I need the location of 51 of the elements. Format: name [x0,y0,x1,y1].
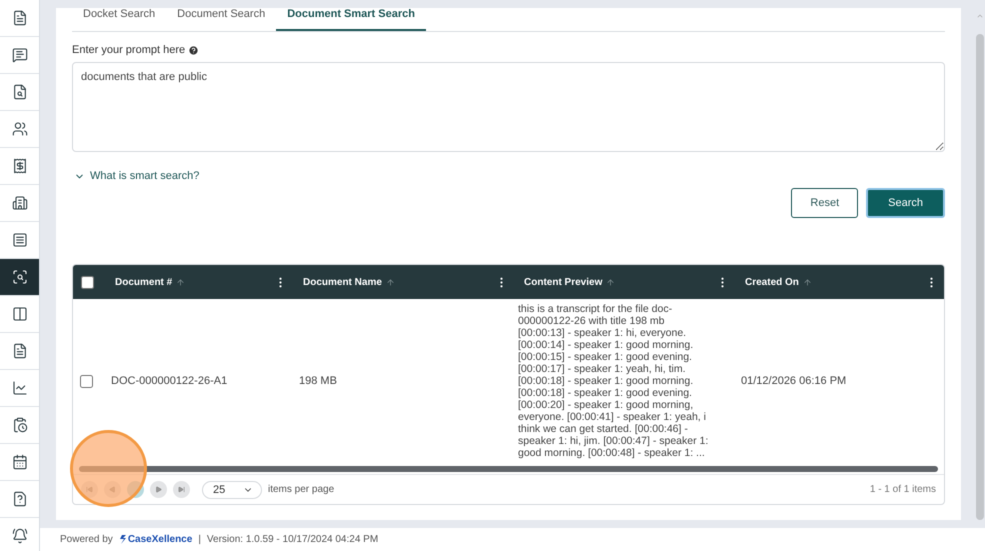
brand-logo: CaseXellence [118,534,192,545]
sort-icon [176,278,186,286]
tab[interactable]: Document Search [166,0,276,31]
sidebar-icon [12,454,28,470]
table-cell-text: 01/12/2026 06:16 PM [740,375,848,387]
next-page-button[interactable] [150,481,167,498]
footer-separator: | [198,534,201,545]
powered-by-label: Powered by [60,534,113,545]
table-cell-text: 198 MB [298,375,338,387]
prompt-field[interactable]: documents that are public [72,62,945,152]
sidebar-icon [12,380,28,396]
sidebar-icon [12,121,28,137]
sidebar-icon [12,47,28,63]
table-cell-text: this is a transcript for the file doc-000000122-26 with title 198 mb [00:00:13] - speaker 1: hi, everyone. [00:00:14] - speaker 1: good morning. [00:00:15] - speaker 1: good evening. [00:00:17] - speaker 1: yeah, hi, tim. [00:00:18] - speaker 1: good morning. [00:00:18] - speaker 1: good evening. [00:00:20] - speaker 1: good morning, everyone. [00:00:41] - speaker 1: yeah, i think we can get started. [00:00:46] - speaker 1: hi, jim. [00:00:47] - speaker 1: good morning. [00:00:48] - speaker 1: ... [517,303,710,459]
prompt-label: Enter your prompt here [72,44,186,56]
column-header[interactable]: Document Name [303,276,395,288]
smart-search-link[interactable]: What is smart search? [72,170,200,182]
version-label: Version: 1.0.59 - 10/17/2024 04:24 PM [206,534,378,545]
select-all-checkbox[interactable] [81,276,94,288]
sidebar-icon [12,158,28,174]
search-button[interactable]: Search [866,188,945,218]
sidebar-icon [12,232,28,248]
sidebar-icon [12,343,28,359]
sidebar-item[interactable] [0,259,39,296]
page-size-select[interactable]: 25 [202,480,262,498]
page-size-label: items per page [268,484,334,495]
sidebar-icon [12,306,28,322]
table-cell-text: DOC-000000122-26-A1 [110,375,228,387]
vertical-scrollbar[interactable] [976,34,984,520]
sort-icon [606,278,616,286]
last-page-icon [178,486,185,493]
sidebar-icon [12,269,28,285]
column-header[interactable]: Created On [745,276,812,288]
last-page-button[interactable] [173,481,190,498]
pager-summary: 1 - 1 of 1 items [870,484,936,495]
help-icon[interactable] [188,44,200,56]
sidebar-icon [12,84,28,100]
sidebar-icon [12,528,28,544]
sidebar-icon [12,491,28,507]
sort-icon [802,278,812,286]
sort-icon [386,278,395,286]
reset-button[interactable]: Reset [791,188,858,218]
tab[interactable]: Document Smart Search [276,0,426,31]
row-checkbox[interactable] [80,374,93,388]
tab[interactable]: Docket Search [72,0,166,31]
sidebar-icon [12,10,28,26]
column-header[interactable]: Content Preview [524,276,616,288]
column-header[interactable]: Document # [115,276,186,288]
sidebar-icon [12,195,28,211]
next-icon [155,486,162,493]
sidebar-icon [12,417,28,433]
